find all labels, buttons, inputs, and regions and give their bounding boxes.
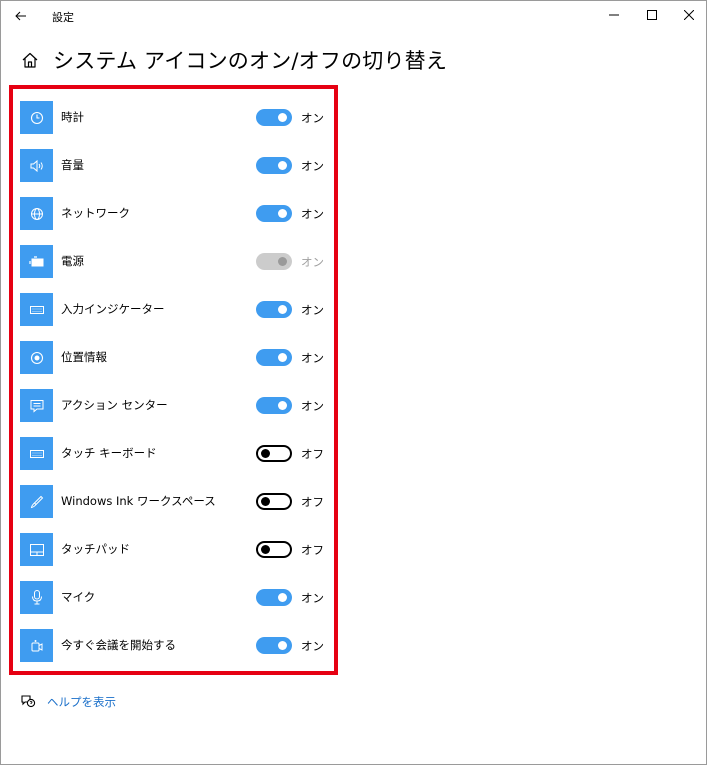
close-icon	[684, 10, 694, 20]
toggle-state-label: オン	[301, 255, 324, 269]
microphone-icon	[20, 581, 53, 614]
toggle-state-label: オン	[301, 303, 324, 317]
toggle-knob	[278, 353, 287, 362]
maximize-icon	[647, 10, 657, 20]
pen-icon	[20, 485, 53, 518]
page-title: システム アイコンのオン/オフの切り替え	[53, 49, 448, 73]
toggle-knob	[278, 257, 287, 266]
setting-row-clock: 時計 オン	[20, 101, 324, 134]
toggle-state-label: オン	[301, 351, 324, 365]
back-arrow-icon	[15, 6, 27, 25]
toggle-state-label: オン	[301, 639, 324, 653]
settings-window: 設定 システム アイコンのオン/オフの切り替え 時計 オン 音量 オン ネットワ…	[0, 0, 707, 765]
home-icon[interactable]	[21, 51, 39, 69]
clock-toggle[interactable]	[256, 109, 292, 126]
setting-row-meet-now: 今すぐ会議を開始する オン	[20, 629, 324, 662]
close-button[interactable]	[672, 1, 706, 29]
setting-label: ネットワーク	[61, 206, 130, 220]
back-button[interactable]	[7, 3, 35, 27]
maximize-button[interactable]	[635, 1, 669, 29]
location-icon	[20, 341, 53, 374]
toggle-state-label: オン	[301, 111, 324, 125]
setting-row-windows-ink: Windows Ink ワークスペース オフ	[20, 485, 324, 518]
battery-icon	[20, 245, 53, 278]
setting-label: タッチパッド	[61, 542, 130, 556]
help-chat-icon[interactable]	[20, 693, 36, 709]
windows-ink-toggle[interactable]	[256, 493, 292, 510]
setting-row-volume: 音量 オン	[20, 149, 324, 182]
toggle-knob	[278, 401, 287, 410]
setting-label: マイク	[61, 590, 96, 604]
toggle-state-label: オフ	[301, 495, 324, 509]
touch-keyboard-toggle[interactable]	[256, 445, 292, 462]
toggle-state-label: オフ	[301, 543, 324, 557]
toggle-knob	[278, 641, 287, 650]
setting-label: 電源	[61, 254, 84, 268]
minimize-button[interactable]	[597, 1, 631, 29]
input-indicator-toggle[interactable]	[256, 301, 292, 318]
volume-icon	[20, 149, 53, 182]
setting-row-network: ネットワーク オン	[20, 197, 324, 230]
setting-label: 位置情報	[61, 350, 107, 364]
toggle-state-label: オン	[301, 591, 324, 605]
toggle-state-label: オン	[301, 399, 324, 413]
location-toggle[interactable]	[256, 349, 292, 366]
title-bar: 設定	[1, 1, 706, 31]
help-link[interactable]: ヘルプを表示	[47, 694, 116, 710]
touch-keyboard-icon	[20, 437, 53, 470]
keyboard-icon	[20, 293, 53, 326]
app-title: 設定	[52, 11, 74, 24]
setting-label: タッチ キーボード	[61, 446, 157, 460]
toggle-knob	[278, 593, 287, 602]
toggle-knob	[261, 449, 270, 458]
action-center-icon	[20, 389, 53, 422]
setting-row-microphone: マイク オン	[20, 581, 324, 614]
toggle-knob	[261, 497, 270, 506]
setting-row-input-indicator: 入力インジケーター オン	[20, 293, 324, 326]
setting-row-touchpad: タッチパッド オフ	[20, 533, 324, 566]
volume-toggle[interactable]	[256, 157, 292, 174]
meet-now-toggle[interactable]	[256, 637, 292, 654]
network-toggle[interactable]	[256, 205, 292, 222]
setting-row-location: 位置情報 オン	[20, 341, 324, 374]
toggle-knob	[261, 545, 270, 554]
setting-label: 時計	[61, 110, 84, 124]
touchpad-icon	[20, 533, 53, 566]
toggle-knob	[278, 113, 287, 122]
setting-label: Windows Ink ワークスペース	[61, 494, 216, 508]
toggle-state-label: オフ	[301, 447, 324, 461]
setting-label: 入力インジケーター	[61, 302, 165, 316]
setting-label: アクション センター	[61, 398, 168, 412]
touchpad-toggle[interactable]	[256, 541, 292, 558]
clock-icon	[20, 101, 53, 134]
meet-now-icon	[20, 629, 53, 662]
toggle-knob	[278, 209, 287, 218]
toggle-knob	[278, 161, 287, 170]
globe-icon	[20, 197, 53, 230]
setting-label: 音量	[61, 158, 84, 172]
setting-label: 今すぐ会議を開始する	[61, 638, 176, 652]
microphone-toggle[interactable]	[256, 589, 292, 606]
toggle-state-label: オン	[301, 159, 324, 173]
minimize-icon	[609, 10, 619, 20]
power-toggle	[256, 253, 292, 270]
toggle-state-label: オン	[301, 207, 324, 221]
toggle-knob	[278, 305, 287, 314]
action-center-toggle[interactable]	[256, 397, 292, 414]
setting-row-power: 電源 オン	[20, 245, 324, 278]
setting-row-touch-keyboard: タッチ キーボード オフ	[20, 437, 324, 470]
setting-row-action-center: アクション センター オン	[20, 389, 324, 422]
